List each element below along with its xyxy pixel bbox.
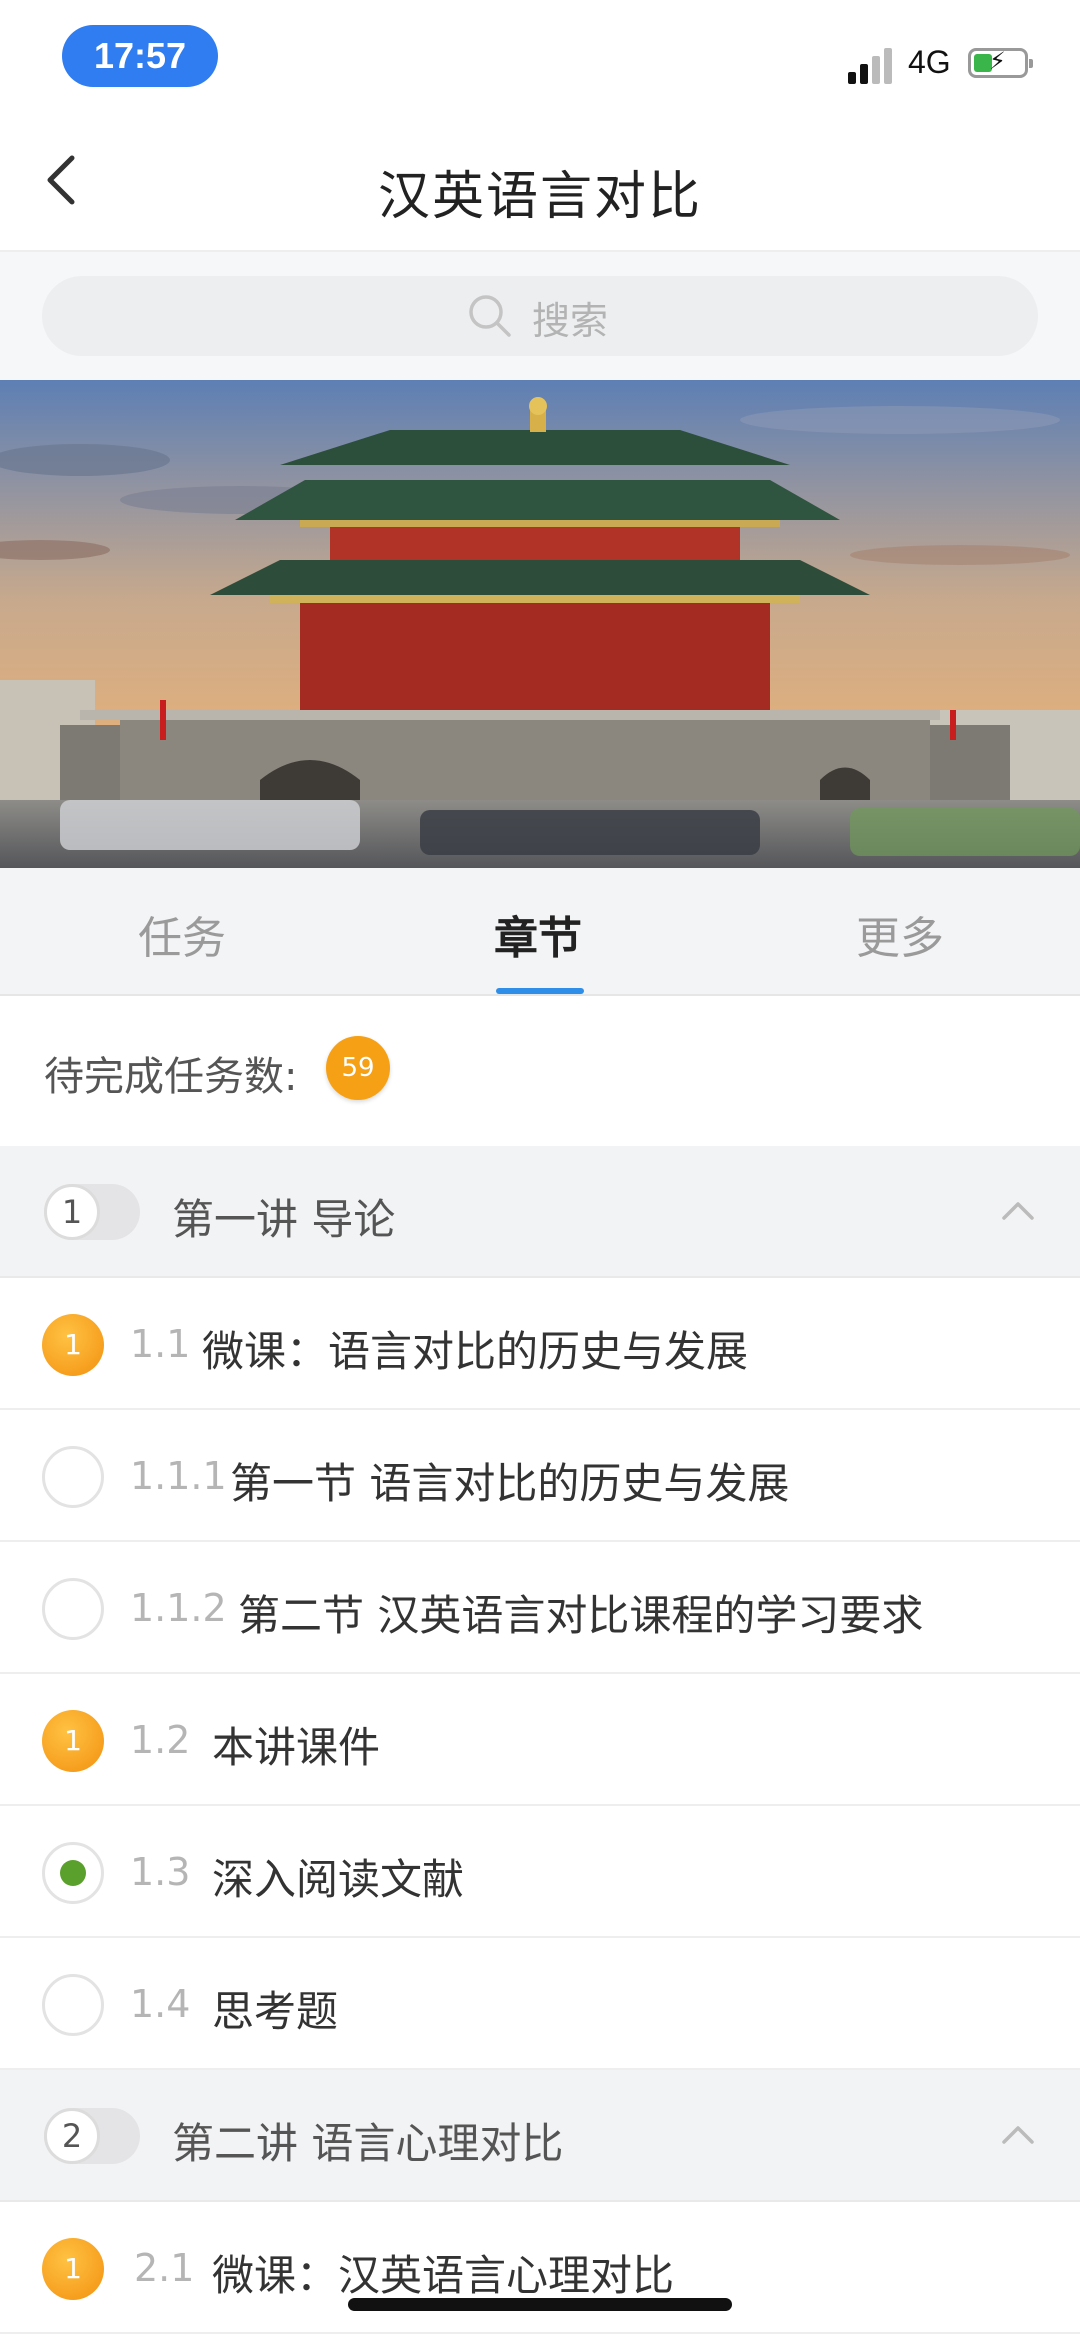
search-placeholder: 搜索 [532, 299, 609, 343]
item-label: 微课：语言对比的历史与发展 [202, 1327, 749, 1376]
chapter-header[interactable]: 2 第二讲 语言心理对比 [0, 2070, 1080, 2202]
pending-tasks-badge: 59 [326, 1036, 390, 1100]
item-label: 深入阅读文献 [212, 1855, 465, 1904]
chapter-header[interactable]: 1 第一讲 导论 [0, 1146, 1080, 1278]
list-item[interactable]: 1.1.2 第二节 汉英语言对比课程的学习要求 [0, 1542, 1080, 1674]
active-tab-indicator [496, 988, 584, 994]
list-item[interactable]: 1 1.2 本讲课件 [0, 1674, 1080, 1806]
home-indicator [348, 2298, 732, 2311]
item-number: 1.1 [130, 1322, 191, 1366]
task-count-badge: 1 [42, 1314, 104, 1376]
search-area: 搜索 [0, 252, 1080, 380]
item-label: 本讲课件 [212, 1723, 381, 1772]
item-number: 2.1 [134, 2246, 195, 2290]
list-item[interactable]: 1.3 深入阅读文献 [0, 1806, 1080, 1938]
status-circle [42, 1974, 104, 2036]
tab-bar: 任务 章节 更多 [0, 868, 1080, 996]
nav-bar: 汉英语言对比 [0, 110, 1080, 252]
chevron-up-icon[interactable] [1000, 1196, 1036, 1226]
signal-icon [848, 48, 894, 84]
page-title: 汉英语言对比 [377, 167, 702, 227]
completed-dot-icon [42, 1842, 104, 1904]
list-item[interactable]: 1 2.1 微课：汉英语言心理对比 [0, 2202, 1080, 2334]
course-banner-image [0, 380, 1080, 868]
list-item[interactable]: 1.4 思考题 [0, 1938, 1080, 2070]
item-label: 第一节 语言对比的历史与发展 [230, 1459, 790, 1508]
item-number: 1.1.1 [130, 1454, 227, 1498]
pending-tasks-label: 待完成任务数: [44, 1054, 298, 1100]
status-bar: 17:57 4G ⚡ [0, 0, 1080, 110]
item-label: 思考题 [212, 1987, 339, 2036]
list-item[interactable]: 1 1.1 微课：语言对比的历史与发展 [0, 1278, 1080, 1410]
chapter-toggle[interactable]: 2 [44, 2108, 140, 2164]
tab-chapters[interactable]: 章节 [494, 902, 582, 966]
item-number: 1.2 [130, 1718, 191, 1762]
item-label: 微课：汉英语言心理对比 [212, 2251, 675, 2300]
item-label: 第二节 汉英语言对比课程的学习要求 [238, 1591, 924, 1640]
chapter-title: 第一讲 导论 [172, 1195, 396, 1244]
tab-tasks[interactable]: 任务 [138, 902, 226, 966]
pending-tasks: 待完成任务数: 59 [0, 996, 1080, 1146]
search-icon [469, 295, 511, 337]
status-circle [42, 1578, 104, 1640]
chapter-title: 第二讲 语言心理对比 [172, 2119, 564, 2168]
chapter-number: 2 [44, 2108, 100, 2164]
battery-icon: ⚡ [968, 47, 1033, 78]
tab-more[interactable]: 更多 [856, 902, 944, 966]
status-time: 17:57 [62, 25, 218, 87]
task-count-badge: 1 [42, 1710, 104, 1772]
task-count-badge: 1 [42, 2238, 104, 2300]
item-number: 1.1.2 [130, 1586, 227, 1630]
search-input[interactable]: 搜索 [42, 276, 1038, 356]
chapter-toggle[interactable]: 1 [44, 1184, 140, 1240]
item-number: 1.3 [130, 1850, 191, 1894]
chevron-up-icon[interactable] [1000, 2120, 1036, 2150]
network-label: 4G [908, 44, 951, 80]
chapter-number: 1 [44, 1184, 100, 1240]
status-circle [42, 1446, 104, 1508]
item-number: 1.4 [130, 1982, 191, 2026]
list-item[interactable]: 1.1.1 第一节 语言对比的历史与发展 [0, 1410, 1080, 1542]
